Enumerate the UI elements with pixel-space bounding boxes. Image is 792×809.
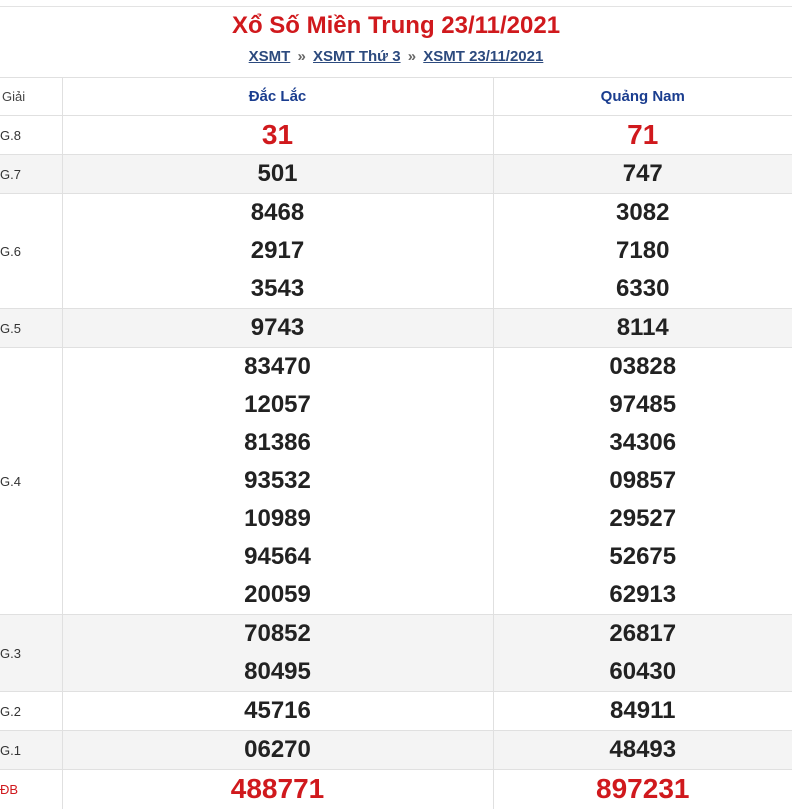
dac-lac-cell: 501 xyxy=(62,155,493,194)
table-header-row: Giải Đắc Lắc Quảng Nam xyxy=(0,78,792,116)
dac-lac-cell: 31 xyxy=(62,116,493,155)
quang-nam-cell: 48493 xyxy=(493,731,792,770)
dac-lac-cell: 488771 xyxy=(62,770,493,809)
prize-number: 52675 xyxy=(494,538,792,576)
breadcrumb-link-xsmt-date[interactable]: XSMT 23/11/2021 xyxy=(423,48,543,65)
prize-label: G.5 xyxy=(0,309,62,348)
quang-nam-cell: 84911 xyxy=(493,692,792,731)
prize-row: G.6846829173543308271806330 xyxy=(0,194,792,309)
prize-label: G.1 xyxy=(0,731,62,770)
breadcrumb-link-xsmt-thu-3[interactable]: XSMT Thứ 3 xyxy=(313,48,401,65)
dac-lac-cell: 9743 xyxy=(62,309,493,348)
breadcrumb-separator: » xyxy=(295,48,309,65)
prize-label: G.3 xyxy=(0,615,62,692)
prize-number: 84911 xyxy=(494,692,792,730)
prize-label: G.7 xyxy=(0,155,62,194)
prize-row: G.83171 xyxy=(0,116,792,155)
prize-row: G.10627048493 xyxy=(0,731,792,770)
prize-number: 501 xyxy=(63,155,493,193)
quang-nam-cell: 897231 xyxy=(493,770,792,809)
page-title: Xổ Số Miền Trung 23/11/2021 xyxy=(0,7,792,45)
prize-number: 83470 xyxy=(63,348,493,386)
results-header: Xổ Số Miền Trung 23/11/2021 XSMT » XSMT … xyxy=(0,7,792,77)
quang-nam-cell: 747 xyxy=(493,155,792,194)
column-header-dac-lac[interactable]: Đắc Lắc xyxy=(62,78,493,116)
prize-number: 48493 xyxy=(494,731,792,769)
dac-lac-cell: 83470120578138693532109899456420059 xyxy=(62,348,493,615)
prize-number: 93532 xyxy=(63,462,493,500)
prize-number: 747 xyxy=(494,155,792,193)
prize-number: 3082 xyxy=(494,194,792,232)
prize-label: G.2 xyxy=(0,692,62,731)
prize-number: 8468 xyxy=(63,194,493,232)
results-page: Xổ Số Miền Trung 23/11/2021 XSMT » XSMT … xyxy=(0,0,792,807)
prize-number: 3543 xyxy=(63,270,493,308)
prize-number: 8114 xyxy=(494,309,792,347)
prize-row: ĐB488771897231 xyxy=(0,770,792,809)
prize-label: G.4 xyxy=(0,348,62,615)
prize-number: 03828 xyxy=(494,348,792,386)
quang-nam-cell: 8114 xyxy=(493,309,792,348)
quang-nam-cell: 03828974853430609857295275267562913 xyxy=(493,348,792,615)
prize-number: 80495 xyxy=(63,653,493,691)
prize-row: G.7501747 xyxy=(0,155,792,194)
prize-label: ĐB xyxy=(0,770,62,809)
quang-nam-cell: 308271806330 xyxy=(493,194,792,309)
prize-row: G.24571684911 xyxy=(0,692,792,731)
prize-row: G.370852804952681760430 xyxy=(0,615,792,692)
prize-number: 20059 xyxy=(63,576,493,614)
breadcrumb-separator: » xyxy=(405,48,419,65)
prize-number: 12057 xyxy=(63,386,493,424)
prize-row: G.597438114 xyxy=(0,309,792,348)
prize-number: 06270 xyxy=(63,731,493,769)
prize-number: 94564 xyxy=(63,538,493,576)
dac-lac-cell: 45716 xyxy=(62,692,493,731)
prize-number: 34306 xyxy=(494,424,792,462)
prize-number: 62913 xyxy=(494,576,792,614)
breadcrumb: XSMT » XSMT Thứ 3 » XSMT 23/11/2021 xyxy=(0,45,792,77)
quang-nam-cell: 71 xyxy=(493,116,792,155)
prize-number: 09857 xyxy=(494,462,792,500)
prize-number: 81386 xyxy=(63,424,493,462)
prize-number: 2917 xyxy=(63,232,493,270)
dac-lac-cell: 7085280495 xyxy=(62,615,493,692)
breadcrumb-link-xsmt[interactable]: XSMT xyxy=(249,48,291,65)
prize-number: 26817 xyxy=(494,615,792,653)
prize-number: 6330 xyxy=(494,270,792,308)
dac-lac-cell: 06270 xyxy=(62,731,493,770)
prize-number: 7180 xyxy=(494,232,792,270)
top-divider xyxy=(0,0,792,7)
quang-nam-cell: 2681760430 xyxy=(493,615,792,692)
prize-label: G.6 xyxy=(0,194,62,309)
prize-number: 60430 xyxy=(494,653,792,691)
results-table: Giải Đắc Lắc Quảng Nam G.83171G.7501747G… xyxy=(0,77,792,809)
dac-lac-cell: 846829173543 xyxy=(62,194,493,309)
prize-number: 10989 xyxy=(63,500,493,538)
prize-number: 71 xyxy=(494,116,792,154)
column-header-quang-nam[interactable]: Quảng Nam xyxy=(493,78,792,116)
prize-number: 45716 xyxy=(63,692,493,730)
prize-number: 9743 xyxy=(63,309,493,347)
prize-number: 29527 xyxy=(494,500,792,538)
column-header-giai: Giải xyxy=(0,78,62,116)
prize-label: G.8 xyxy=(0,116,62,155)
prize-number: 70852 xyxy=(63,615,493,653)
prize-number: 97485 xyxy=(494,386,792,424)
prize-number: 897231 xyxy=(494,770,792,808)
prize-number: 31 xyxy=(63,116,493,154)
prize-row: G.48347012057813869353210989945642005903… xyxy=(0,348,792,615)
prize-number: 488771 xyxy=(63,770,493,808)
